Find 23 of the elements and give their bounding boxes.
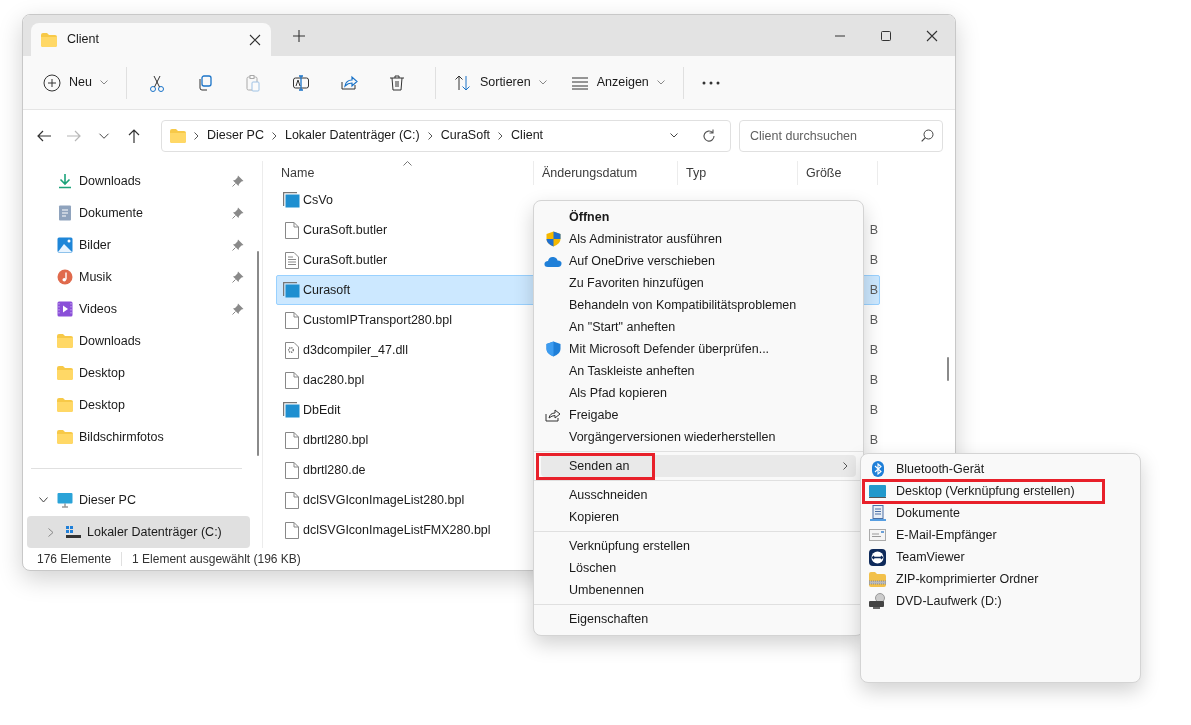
file-name: d3dcompiler_47.dll [303, 342, 408, 358]
tab-title: Client [67, 32, 100, 47]
file-name: CsVo [303, 192, 333, 208]
file-name: CuraSoft.butler [303, 222, 388, 238]
file-name: DbEdit [303, 402, 341, 418]
file-name: dbrtl280.de [303, 462, 366, 478]
file-name: dac280.bpl [303, 372, 365, 388]
selection-info: 1 Element ausgewählt (196 KB) [132, 551, 301, 567]
size-cell: B [869, 222, 878, 237]
file-name: CustomIPTransport280.bpl [303, 312, 452, 328]
size-cell: B [869, 252, 878, 267]
size-cell: B [869, 402, 878, 417]
file-name: dclSVGIconImageListFMX280.bpl [303, 522, 491, 538]
size-cell: B [869, 372, 878, 387]
file-name: CuraSoft.butler [303, 252, 388, 268]
file-name: Curasoft [303, 282, 351, 298]
size-cell: B [869, 432, 878, 447]
item-count: 176 Elemente [37, 551, 112, 567]
size-cell: B [869, 342, 878, 357]
size-cell: B [869, 282, 878, 297]
file-name: dbrtl280.bpl [303, 432, 369, 448]
file-name: dclSVGIconImageList280.bpl [303, 492, 465, 508]
size-cell: B [869, 312, 878, 327]
